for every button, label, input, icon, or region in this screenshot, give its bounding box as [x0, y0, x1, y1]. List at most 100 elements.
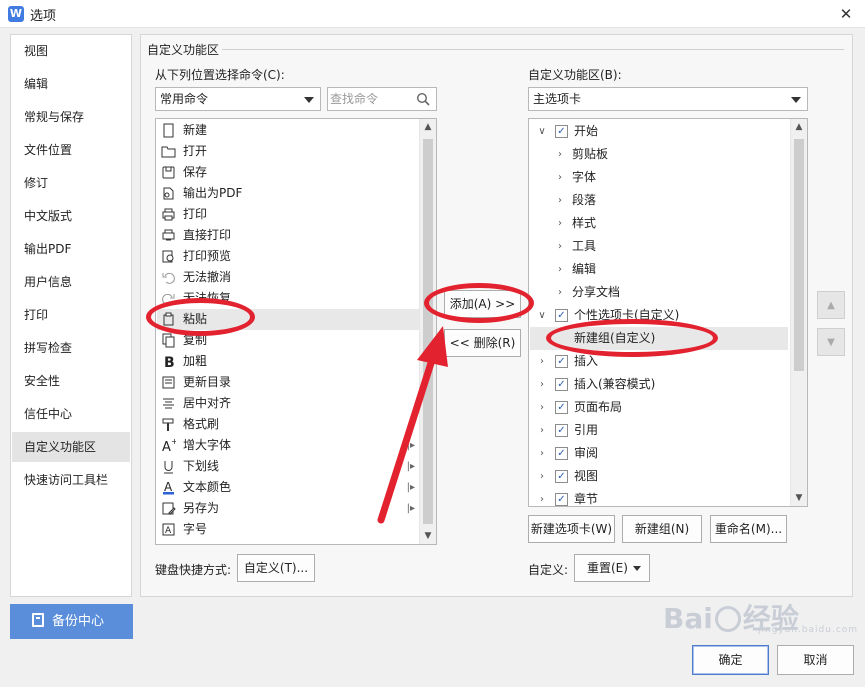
move-down-button[interactable]: ▼ [817, 328, 845, 356]
command-list-scrollbar[interactable]: ▲ ▼ [419, 119, 436, 544]
chevron-right-icon[interactable]: › [554, 143, 566, 166]
command-item[interactable]: 输出为PDF [157, 183, 419, 204]
command-item[interactable]: A 文本颜色 |▸ [157, 477, 419, 498]
chevron-right-icon[interactable]: › [554, 166, 566, 189]
ribbon-tree-item[interactable]: › ✓ 审阅 [530, 442, 788, 465]
close-icon[interactable]: ✕ [834, 3, 858, 25]
command-item[interactable]: 直接打印 [157, 225, 419, 246]
chevron-right-icon[interactable]: › [554, 258, 566, 281]
cancel-button[interactable]: 取消 [777, 645, 854, 675]
command-item[interactable]: 复制 [157, 330, 419, 351]
command-item[interactable]: 无法恢复 [157, 288, 419, 309]
ok-button[interactable]: 确定 [692, 645, 769, 675]
command-item[interactable]: B 加粗 [157, 351, 419, 372]
ribbon-tree-item[interactable]: › ✓ 页面布局 [530, 396, 788, 419]
add-button[interactable]: 添加(A) >> [444, 290, 521, 318]
scroll-thumb[interactable] [794, 139, 804, 371]
ribbon-tree-item[interactable]: › ✓ 插入 [530, 350, 788, 373]
chevron-right-icon[interactable]: › [554, 281, 566, 304]
customize-shortcut-button[interactable]: 自定义(T)... [237, 554, 315, 582]
nav-item-3[interactable]: 文件位置 [12, 135, 130, 165]
chevron-right-icon[interactable]: › [554, 212, 566, 235]
backup-center-button[interactable]: 备份中心 [10, 604, 133, 639]
command-item[interactable]: 打印预览 [157, 246, 419, 267]
scroll-down-icon[interactable]: ▼ [791, 490, 807, 506]
tab-checkbox[interactable]: ✓ [555, 125, 568, 138]
tab-checkbox[interactable]: ✓ [555, 401, 568, 414]
chevron-right-icon[interactable]: › [536, 350, 548, 373]
chevron-down-icon[interactable]: ∨ [536, 304, 548, 327]
chevron-right-icon[interactable]: › [536, 396, 548, 419]
move-up-button[interactable]: ▲ [817, 291, 845, 319]
nav-item-11[interactable]: 信任中心 [12, 399, 130, 429]
tab-checkbox[interactable]: ✓ [555, 447, 568, 460]
chevron-right-icon[interactable]: › [554, 235, 566, 258]
scroll-thumb[interactable] [423, 139, 433, 524]
nav-item-6[interactable]: 输出PDF [12, 234, 130, 264]
nav-item-12[interactable]: 自定义功能区 [12, 432, 130, 462]
ribbon-tree-item[interactable]: › 样式 [530, 212, 788, 235]
nav-item-7[interactable]: 用户信息 [12, 267, 130, 297]
command-item[interactable]: 下划线 |▸ [157, 456, 419, 477]
search-box[interactable] [327, 87, 437, 111]
search-command-input[interactable] [330, 90, 412, 108]
command-item[interactable]: 格式刷 [157, 414, 419, 435]
ribbon-tree-item[interactable]: › 分享文档 [530, 281, 788, 304]
ribbon-tree-item[interactable]: › 剪贴板 [530, 143, 788, 166]
chevron-right-icon[interactable]: › [536, 442, 548, 465]
scroll-down-icon[interactable]: ▼ [420, 528, 436, 544]
commands-source-select[interactable]: 常用命令 [155, 87, 321, 111]
command-item[interactable]: A 字号 [157, 519, 419, 540]
command-item[interactable]: 打开 [157, 141, 419, 162]
nav-item-1[interactable]: 编辑 [12, 69, 130, 99]
tab-checkbox[interactable]: ✓ [555, 493, 568, 506]
ribbon-tree-item[interactable]: › 段落 [530, 189, 788, 212]
command-list[interactable]: ▲ ▼ 新建 打开 保存 输出为PDF 打印 直接打印 打印预览 无法撤消 无法恢复 粘贴 复制 B 加… [155, 118, 437, 545]
tab-checkbox[interactable]: ✓ [555, 378, 568, 391]
nav-item-0[interactable]: 视图 [12, 36, 130, 66]
tab-checkbox[interactable]: ✓ [555, 424, 568, 437]
nav-item-10[interactable]: 安全性 [12, 366, 130, 396]
ribbon-tree-item[interactable]: › 编辑 [530, 258, 788, 281]
chevron-right-icon[interactable]: › [536, 465, 548, 488]
chevron-right-icon[interactable]: › [536, 488, 548, 511]
tab-checkbox[interactable]: ✓ [555, 470, 568, 483]
command-item[interactable]: 保存 [157, 162, 419, 183]
nav-item-9[interactable]: 拼写检查 [12, 333, 130, 363]
tab-checkbox[interactable]: ✓ [555, 355, 568, 368]
new-group-button[interactable]: 新建组(N) [622, 515, 702, 543]
ribbon-tree-item[interactable]: ∨ ✓ 开始 [530, 120, 788, 143]
ribbon-tree-item[interactable]: › ✓ 章节 [530, 488, 788, 511]
command-item[interactable]: 无法撤消 [157, 267, 419, 288]
scroll-up-icon[interactable]: ▲ [791, 119, 807, 135]
chevron-down-icon[interactable]: ∨ [536, 120, 548, 143]
nav-item-13[interactable]: 快速访问工具栏 [12, 465, 130, 495]
nav-item-5[interactable]: 中文版式 [12, 201, 130, 231]
ribbon-tree-item[interactable]: › ✓ 视图 [530, 465, 788, 488]
nav-item-2[interactable]: 常规与保存 [12, 102, 130, 132]
command-item[interactable]: 另存为 |▸ [157, 498, 419, 519]
scroll-up-icon[interactable]: ▲ [420, 119, 436, 135]
ribbon-tree[interactable]: ▲ ▼ ∨ ✓ 开始 › 剪贴板 › 字体 › 段落 › 样式 › 工具 › 编辑 › 分享文档 ∨ ✓ 个性选项卡(… [528, 118, 808, 507]
chevron-right-icon[interactable]: › [554, 189, 566, 212]
ribbon-tree-item[interactable]: ∨ ✓ 个性选项卡(自定义) [530, 304, 788, 327]
command-item[interactable]: 居中对齐 [157, 393, 419, 414]
chevron-right-icon[interactable]: › [536, 419, 548, 442]
tab-checkbox[interactable]: ✓ [555, 309, 568, 322]
ribbon-tree-item[interactable]: › ✓ 引用 [530, 419, 788, 442]
ribbon-tabs-select[interactable]: 主选项卡 [528, 87, 808, 111]
new-tab-button[interactable]: 新建选项卡(W) [528, 515, 615, 543]
nav-item-8[interactable]: 打印 [12, 300, 130, 330]
chevron-right-icon[interactable]: › [536, 373, 548, 396]
nav-item-4[interactable]: 修订 [12, 168, 130, 198]
remove-button[interactable]: << 删除(R) [444, 329, 521, 357]
command-item[interactable]: 打印 [157, 204, 419, 225]
ribbon-tree-item[interactable]: › ✓ 插入(兼容模式) [530, 373, 788, 396]
reset-button[interactable]: 重置(E) [574, 554, 650, 582]
command-item[interactable]: 更新目录 [157, 372, 419, 393]
command-item[interactable]: A + 增大字体 |▸ [157, 435, 419, 456]
ribbon-tree-item[interactable]: › 工具 [530, 235, 788, 258]
command-item[interactable]: 粘贴 [157, 309, 419, 330]
command-item[interactable]: 新建 [157, 120, 419, 141]
rename-button[interactable]: 重命名(M)... [710, 515, 787, 543]
